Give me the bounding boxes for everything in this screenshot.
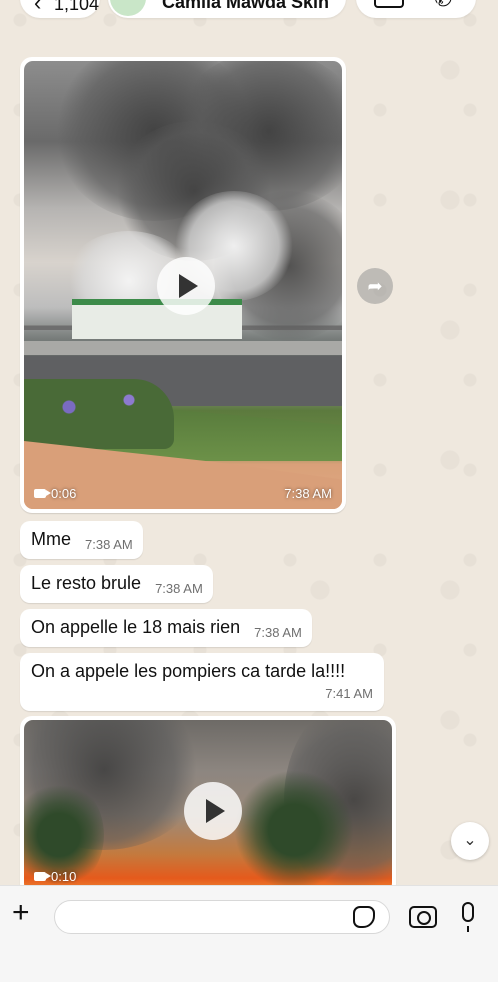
message-text: On a appele les pompiers ca tarde la!!!! (31, 661, 346, 681)
video-camera-icon[interactable] (374, 0, 404, 8)
palm-tree (234, 770, 354, 890)
play-icon[interactable] (157, 257, 215, 315)
video-message[interactable]: 0:10 (20, 716, 396, 896)
message-input[interactable] (54, 900, 390, 934)
video-thumbnail[interactable]: 0:10 (24, 720, 392, 892)
avatar (110, 0, 146, 16)
chevron-down-icon[interactable]: ⌄ (451, 822, 489, 860)
play-icon[interactable] (184, 782, 242, 840)
video-duration: 0:06 (34, 486, 76, 501)
microphone-icon[interactable] (462, 902, 474, 932)
call-buttons: ✆ (356, 0, 476, 18)
video-message[interactable]: 0:06 7:38 AM (20, 57, 346, 513)
message-text: Mme (31, 529, 71, 549)
message-time: 7:38 AM (284, 486, 332, 501)
chevron-left-icon: ‹ (34, 0, 42, 15)
road-kerb (24, 341, 342, 355)
message-time: 7:38 AM (155, 581, 203, 596)
message-bubble[interactable]: On a appele les pompiers ca tarde la!!!!… (20, 653, 384, 711)
restaurant-building (72, 299, 242, 339)
message-bubble[interactable]: Le resto brule 7:38 AM (20, 565, 213, 603)
back-button[interactable]: ‹ 1,104 (20, 0, 100, 18)
message-composer: + (0, 885, 498, 982)
video-camera-icon (34, 489, 51, 498)
flower-bed (24, 379, 174, 449)
video-thumbnail[interactable]: 0:06 7:38 AM (24, 61, 342, 509)
duration-text: 0:10 (51, 869, 77, 884)
message-bubble[interactable]: On appelle le 18 mais rien 7:38 AM (20, 609, 312, 647)
contact-name: Camila Mawda Skin (162, 0, 330, 12)
forward-icon[interactable]: ➦ (357, 268, 393, 304)
unread-count: 1,104 (54, 0, 100, 14)
duration-text: 0:06 (51, 486, 77, 501)
chat-header: ‹ 1,104 Camila Mawda Skin ✆ (0, 0, 498, 22)
message-bubble[interactable]: Mme 7:38 AM (20, 521, 143, 559)
message-text: On appelle le 18 mais rien (31, 617, 241, 637)
video-duration: 0:10 (34, 869, 76, 884)
message-time: 7:38 AM (85, 537, 133, 552)
phone-icon[interactable]: ✆ (434, 0, 452, 12)
message-time: 7:41 AM (325, 686, 373, 701)
video-camera-icon (34, 872, 51, 881)
contact-info-button[interactable]: Camila Mawda Skin (108, 0, 346, 18)
camera-icon[interactable] (409, 906, 437, 928)
plus-icon[interactable]: + (12, 898, 30, 928)
message-text: Le resto brule (31, 573, 142, 593)
message-time: 7:38 AM (254, 625, 302, 640)
